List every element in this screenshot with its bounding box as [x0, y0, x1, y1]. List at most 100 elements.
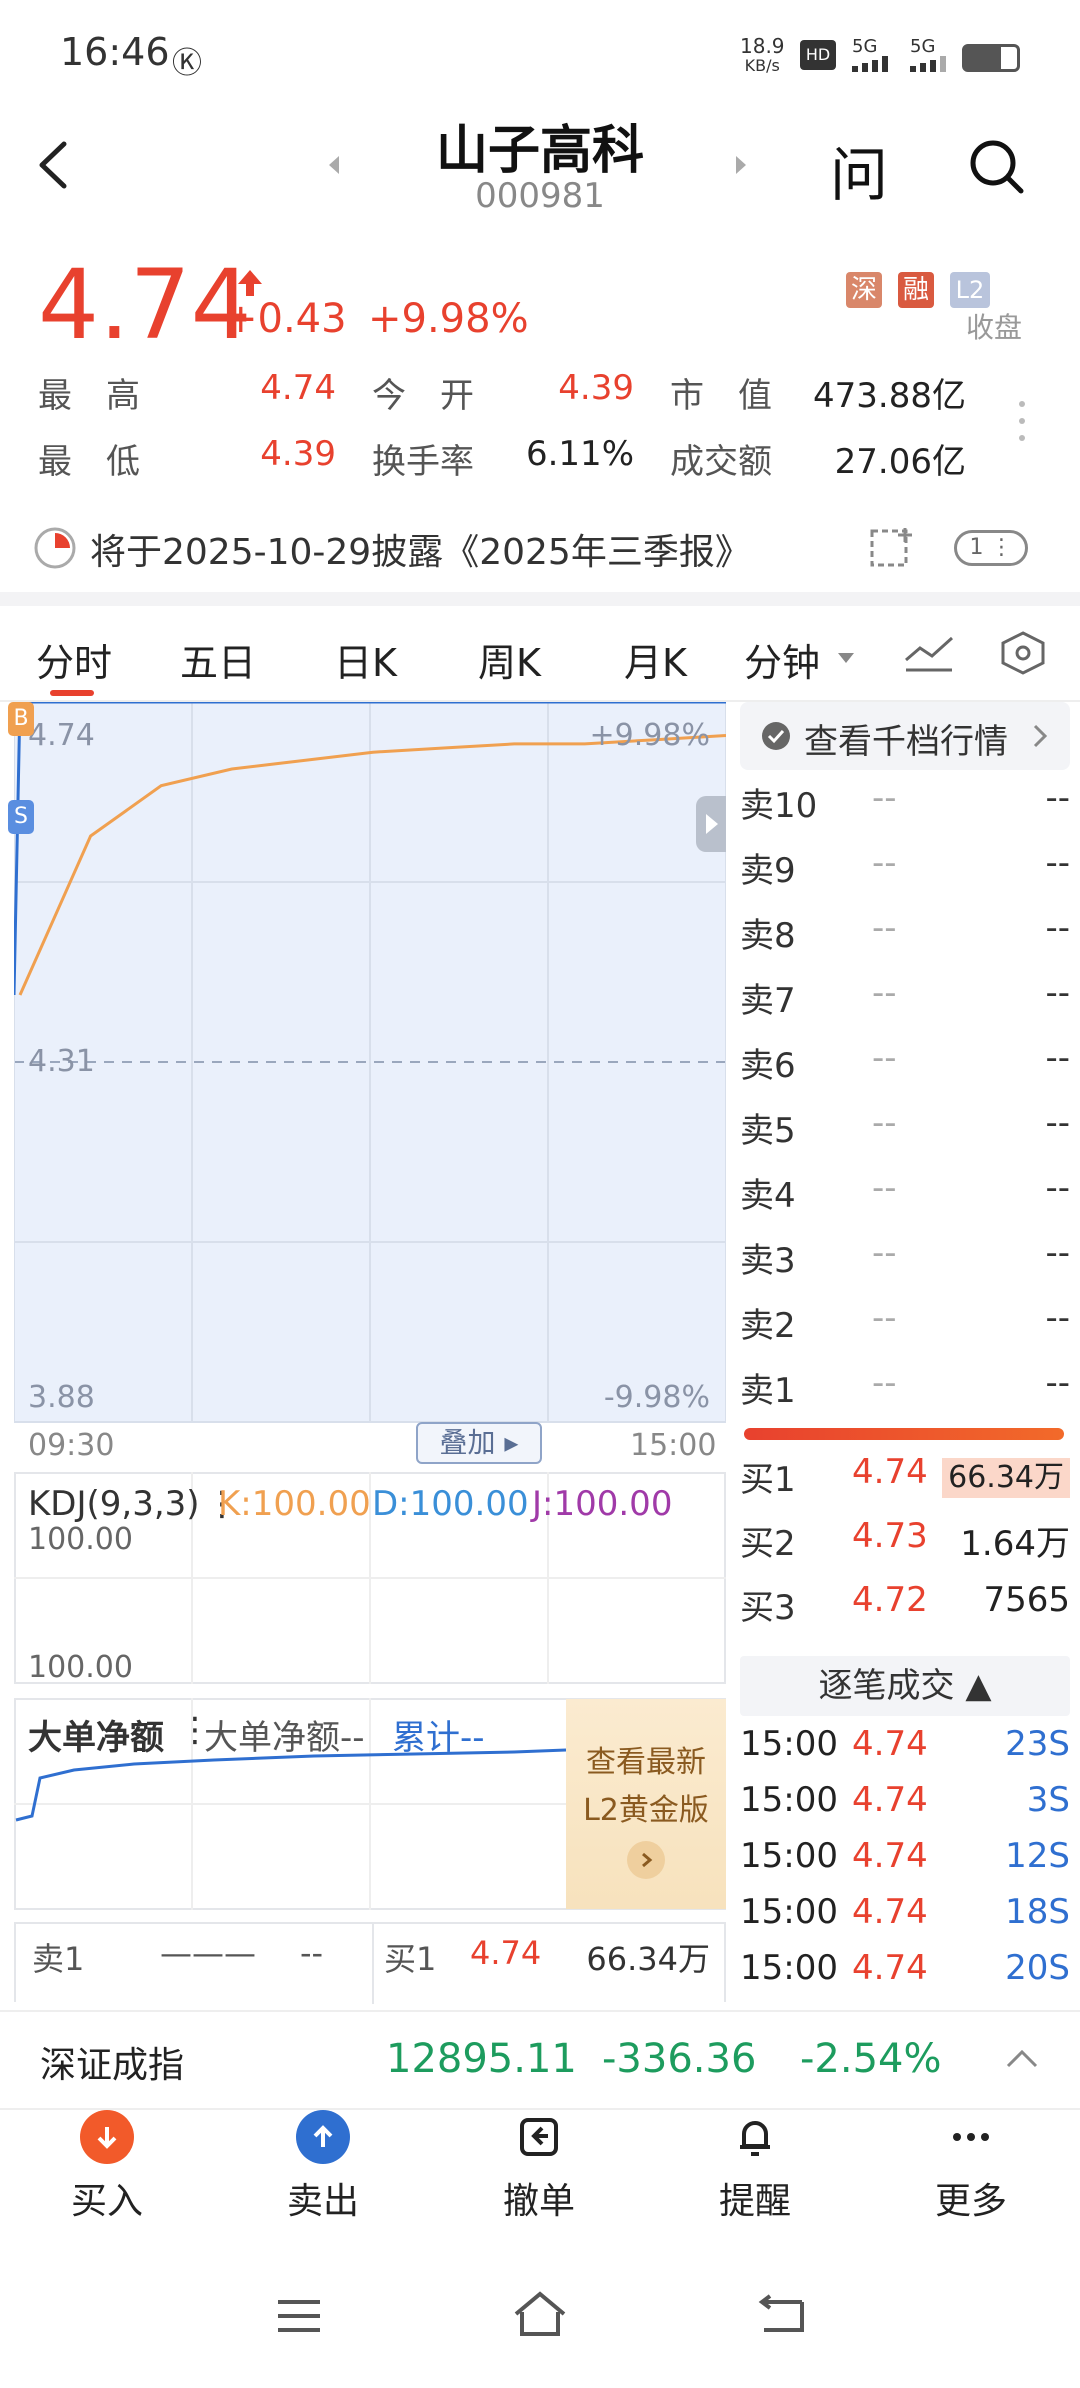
- price-change-pct: +9.98%: [368, 296, 529, 342]
- share-icon[interactable]: [868, 525, 916, 571]
- signal-bars-icon: [852, 56, 896, 72]
- chevron-up-icon[interactable]: [1002, 2044, 1042, 2074]
- ask-vol: --: [1045, 1168, 1070, 1208]
- nav-alert[interactable]: 提醒: [680, 2110, 830, 2224]
- ask-row: 卖8 -- --: [740, 908, 1070, 972]
- nav-more[interactable]: 更多: [896, 2110, 1046, 2224]
- tab-daily-k[interactable]: 日K: [334, 632, 397, 687]
- promo-arrow-icon[interactable]: [627, 1841, 665, 1879]
- bid-ask-ratio-bar: [744, 1428, 1064, 1440]
- tab-5day[interactable]: 五日: [180, 632, 256, 687]
- ask-label: 卖5: [740, 1111, 796, 1151]
- bid-row: 买3 4.72 7565: [740, 1580, 1070, 1644]
- nav-sell[interactable]: 卖出: [248, 2110, 398, 2224]
- ask-vol: --: [1045, 1363, 1070, 1403]
- bid-vol: 7565: [983, 1580, 1070, 1620]
- index-name: 深证成指: [40, 2045, 185, 2086]
- more-dots-icon[interactable]: [1018, 400, 1026, 442]
- battery-icon: [962, 44, 1020, 72]
- trade-row: 15:00 4.74 3S: [740, 1780, 1070, 1836]
- depth-quote-button[interactable]: 查看千档行情: [740, 702, 1070, 770]
- trade-price: 4.74: [852, 1780, 928, 1820]
- ask-vol: --: [1045, 1233, 1070, 1273]
- big-order-label: 大单净额--: [204, 1718, 365, 1758]
- tag-shenzhen: 深: [846, 272, 882, 308]
- trade-vol: 20S: [1005, 1948, 1070, 1988]
- signal-5g-1: 5G: [852, 36, 878, 57]
- signal-5g-2: 5G: [910, 36, 936, 57]
- sell-marker[interactable]: S: [8, 800, 34, 834]
- market-status: 收盘: [966, 311, 1023, 344]
- home-icon[interactable]: [512, 2290, 568, 2340]
- time-end-label: 15:00: [630, 1428, 717, 1463]
- trade-row: 15:00 4.74 12S: [740, 1836, 1070, 1892]
- search-icon[interactable]: [965, 135, 1029, 199]
- trade-time: 15:00: [740, 1724, 838, 1764]
- back-nav-icon[interactable]: [756, 2294, 806, 2338]
- strip-sell-vol: --: [300, 1934, 324, 1972]
- chevron-down-icon[interactable]: [836, 650, 856, 664]
- index-change: -336.36: [602, 2036, 757, 2082]
- ask-label: 卖4: [740, 1176, 796, 1216]
- tab-intraday[interactable]: 分时: [36, 632, 112, 687]
- ask-price: --: [872, 843, 897, 883]
- ask-vol: --: [1045, 1298, 1070, 1338]
- sell-arrow-icon: [296, 2110, 350, 2164]
- indicator-icon[interactable]: [902, 630, 956, 676]
- stock-code: 000981: [475, 176, 605, 216]
- strip-buy-vol: 66.34万: [586, 1940, 710, 1978]
- ask-price: --: [872, 1103, 897, 1143]
- ask-row: 卖7 -- --: [740, 973, 1070, 1037]
- nav-cancel[interactable]: 撤单: [464, 2110, 614, 2224]
- ask-row: 卖6 -- --: [740, 1038, 1070, 1102]
- bid-price: 4.73: [852, 1516, 928, 1556]
- tab-monthly-k[interactable]: 月K: [624, 632, 687, 687]
- open-label: 今 开: [372, 376, 474, 416]
- l2-promo-banner[interactable]: 查看最新 L2黄金版: [566, 1699, 726, 1909]
- intraday-chart[interactable]: [14, 702, 726, 1424]
- big-order-cum: 累计--: [392, 1718, 485, 1758]
- menu-icon[interactable]: [274, 2296, 324, 2336]
- index-pct: -2.54%: [800, 2036, 942, 2082]
- ask-label: 卖2: [740, 1306, 796, 1346]
- strip-sell-price: ———: [160, 1934, 256, 1972]
- hd-icon: HD: [800, 40, 836, 70]
- strip-sell-label: 卖1: [32, 1940, 85, 1978]
- trade-price: 4.74: [852, 1836, 928, 1876]
- chart-side-handle[interactable]: [696, 796, 726, 852]
- nav-buy[interactable]: 买入: [32, 2110, 182, 2224]
- trade-row: 15:00 4.74 20S: [740, 1948, 1070, 2004]
- pct-min-label: -9.98%: [603, 1380, 710, 1415]
- calendar-icon: [32, 525, 78, 571]
- kdj-j-value: J:100.00: [532, 1484, 673, 1524]
- nav-cancel-label: 撤单: [502, 2181, 575, 2222]
- tab-minute[interactable]: 分钟: [744, 632, 820, 687]
- notice-text[interactable]: 将于2025-10-29披露《2025年三季报》: [90, 523, 751, 575]
- ask-row: 卖4 -- --: [740, 1168, 1070, 1232]
- nav-sell-label: 卖出: [286, 2181, 359, 2222]
- back-icon[interactable]: [30, 130, 90, 200]
- depth-quote-label: 查看千档行情: [804, 722, 1008, 762]
- big-order-title[interactable]: 大单净额: [28, 1710, 164, 1759]
- bid-label: 买1: [740, 1460, 796, 1500]
- next-stock-icon[interactable]: [730, 150, 750, 180]
- tag-l2[interactable]: L2: [950, 272, 990, 308]
- bell-icon: [728, 2110, 782, 2164]
- settings-hex-icon[interactable]: [998, 630, 1048, 676]
- ask-row: 卖2 -- --: [740, 1298, 1070, 1362]
- kdj-title[interactable]: KDJ(9,3,3): [28, 1484, 200, 1524]
- overlay-button[interactable]: 叠加 ▸: [416, 1422, 542, 1464]
- stock-name: 山子高科: [435, 121, 644, 181]
- buy-marker[interactable]: B: [8, 702, 34, 736]
- trade-vol: 23S: [1005, 1724, 1070, 1764]
- amount-label: 成交额: [670, 442, 772, 482]
- buy-arrow-icon: [80, 2110, 134, 2164]
- ask-button[interactable]: 问: [830, 128, 888, 212]
- tab-active-indicator: [50, 690, 94, 696]
- ask-row: 卖3 -- --: [740, 1233, 1070, 1297]
- ask-vol: --: [1045, 778, 1070, 818]
- trades-header[interactable]: 逐笔成交 ▲: [740, 1656, 1070, 1716]
- tab-weekly-k[interactable]: 周K: [478, 632, 541, 687]
- notice-count-badge[interactable]: 1 ⋮: [954, 530, 1028, 566]
- turnover-value: 6.11%: [525, 434, 634, 474]
